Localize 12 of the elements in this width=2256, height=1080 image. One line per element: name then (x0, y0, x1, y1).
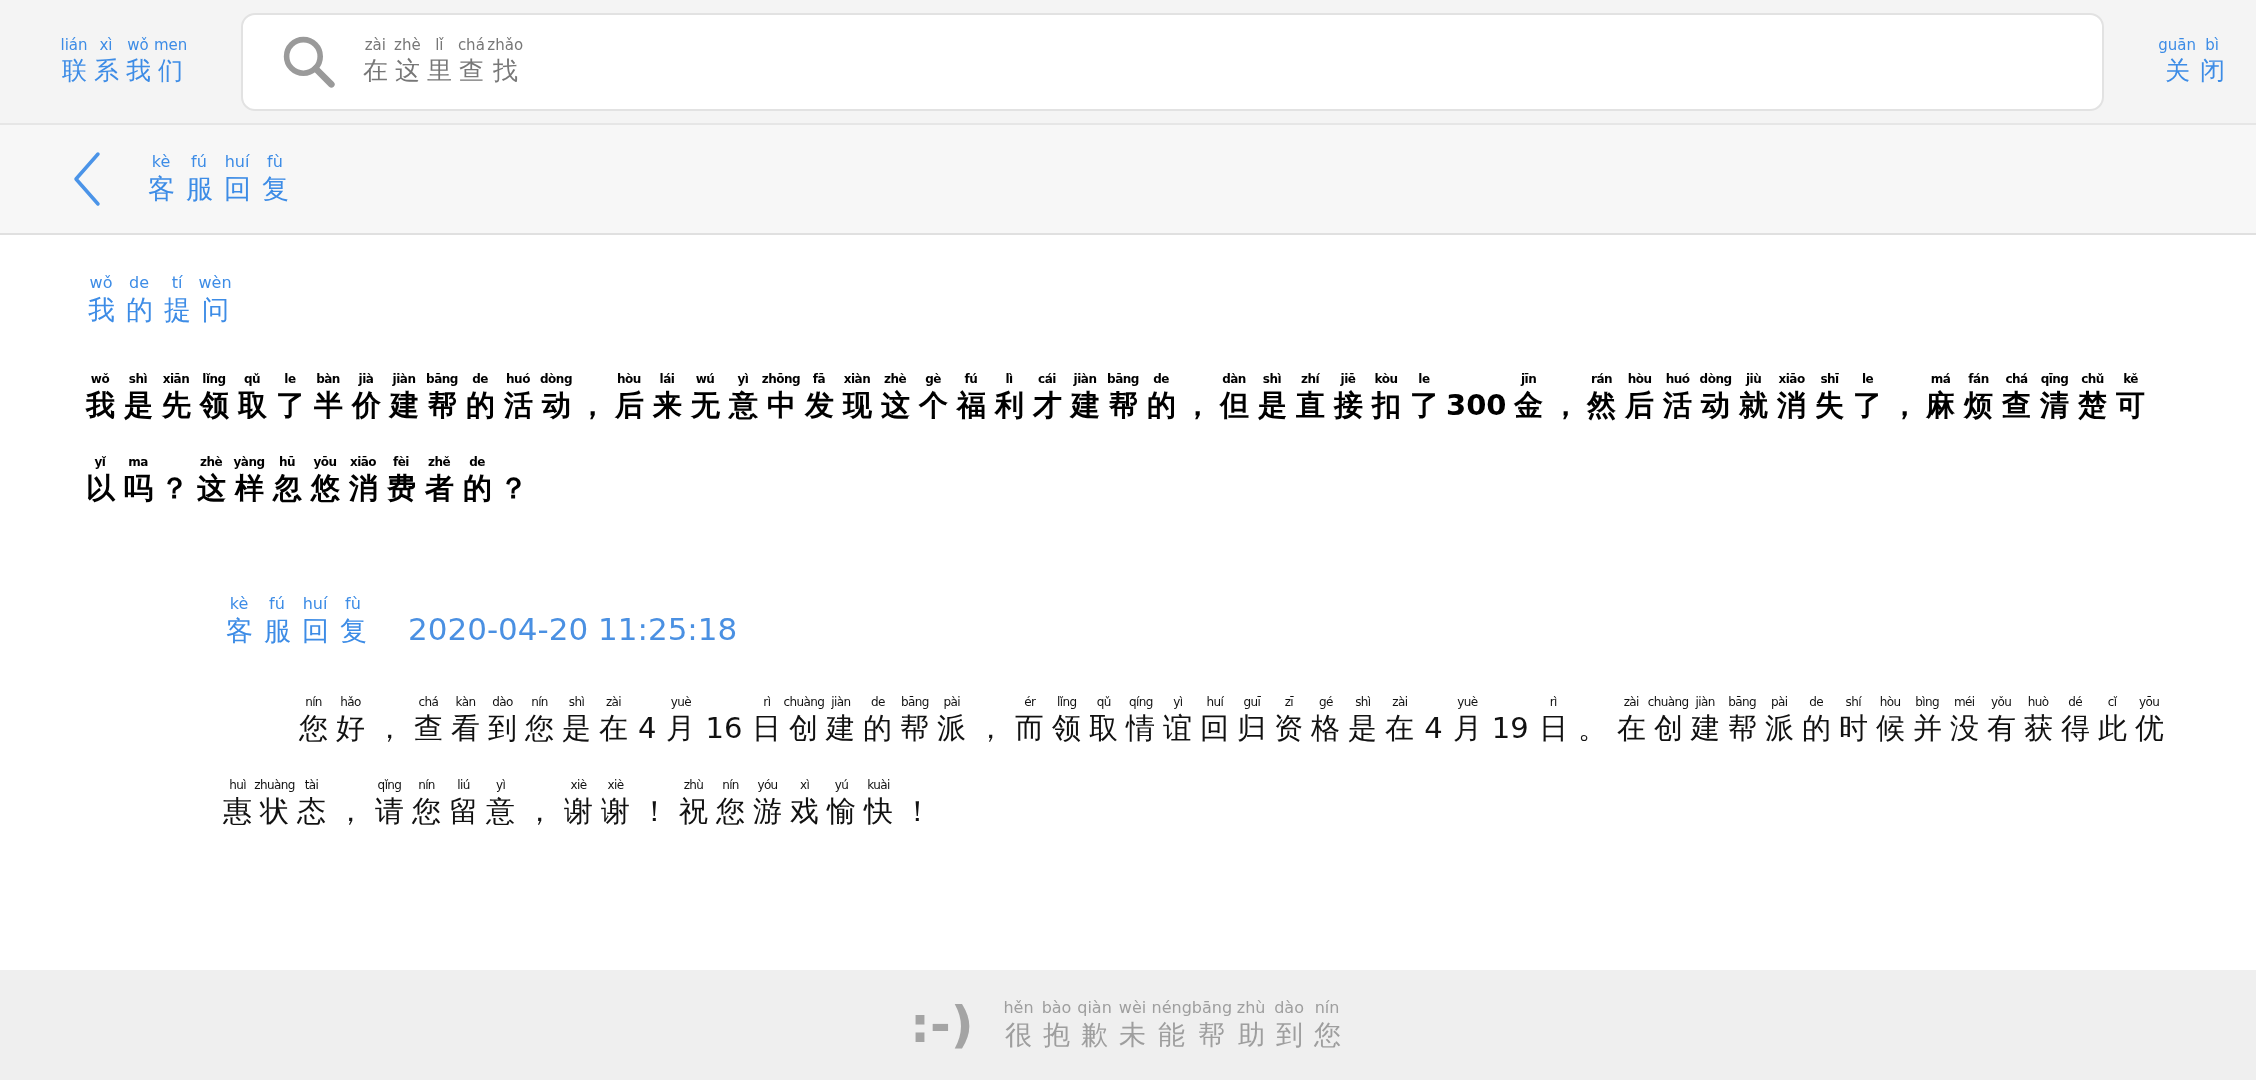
reply-time: 2020-04-20 11:25:18 (408, 611, 738, 649)
reply-title: kè 客 fú 服 huí 回 fù 复 (224, 594, 368, 648)
search-field[interactable]: zài 在 zhè 这 lǐ 里 chá 查 zhǎo 找 (241, 12, 2105, 111)
smiley-text: :-) (909, 996, 974, 1054)
question-title: wǒ 我 de 的 tí 提 wèn 问 (86, 273, 233, 327)
contact-us-link[interactable]: lián 联 xì 系 wǒ 我 men 们 (58, 36, 188, 87)
page-title: kè 客 fú 服 huí 回 fù 复 (146, 151, 290, 206)
close-link[interactable]: guān 关 bì 闭 (2158, 36, 2228, 87)
back-icon[interactable] (72, 151, 102, 207)
question-text: wǒ 我 shì 是 xiān 先 lǐng 领 qǔ 取 le 了 bàn 半 jià 价 jiàn 建 bāng 帮 de 的 huó 活 dòng 动 ， hòu 后 lái 来 wú 无 yì 意 zhōng 中 fā 发 xiàn 现 zhè 这 gè 个 fú 福 lì 利 cái 才 jiàn 建 bāng 帮 de 的 ， dàn 但 shì 是 zhí 直 jiē 接 kòu 扣 le 了 300 jīn 金 ， rán 然 hòu 后 huó 活 dòng 动 jiù 就 xiāo 消 shī 失 le 了 ， má 麻 fán 烦 chá 查 qīng 清 chǔ 楚 kě 可 yǐ 以 ma 吗 ？ zhè 这 yàng 样 hū 忽 yōu 悠 xiāo 消 fèi 费 zhě 者 de 的 ？ (84, 371, 2147, 507)
footer-message: hěn 很 bào 抱 qiàn 歉 wèi 未 néng 能 bāng 帮 zhù 助 dào 到 nín 您 (1002, 997, 1342, 1052)
reply-text: nín 您 hǎo 好 ， chá 查 kàn 看 dào 到 nín 您 shì 是 zài 在 4 yuè 月 16 rì 日 chuàng 创 jiàn 建 de 的 bāng 帮 pài 派 ， ér 而 lǐng 领 qǔ 取 qíng 情 yì 谊 huí 回 guī 归 zī 资 gé 格 shì 是 zài 在 4 yuè 月 19 rì 日 。 zài 在 chuàng 创 jiàn 建 bāng 帮 pài 派 de 的 shí 时 hòu 候 bìng 并 méi 没 yǒu 有 huò 获 dé 得 cǐ 此 yōu 优 huì 惠 zhuàng 状 tài 态 ， qǐng 请 nín 您 liú 留 yì 意 ， xiè 谢 xiè 谢 ！ zhù 祝 nín 您 yóu 游 xì 戏 yú 愉 kuài 快 ！ (222, 694, 2165, 830)
